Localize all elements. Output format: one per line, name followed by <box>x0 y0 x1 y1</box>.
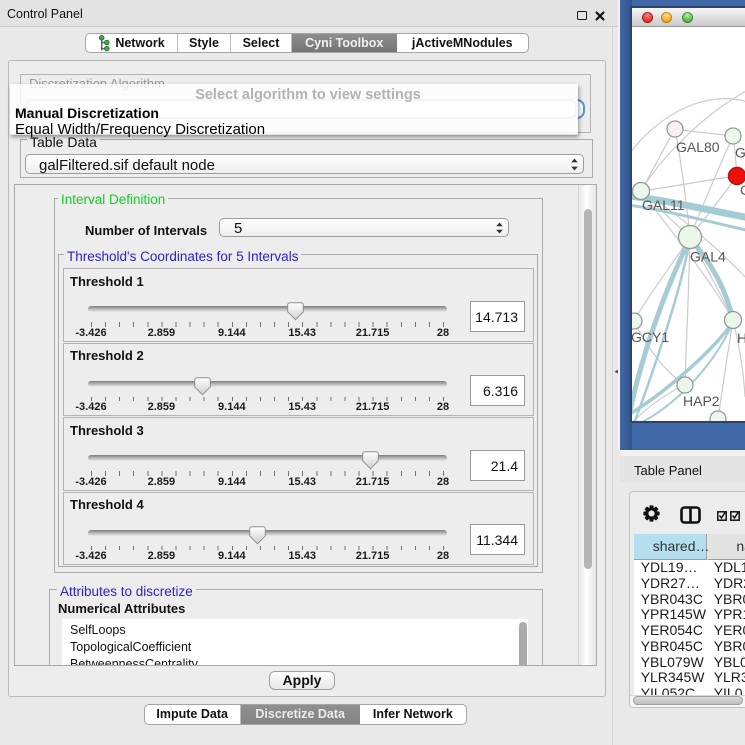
svg-text:G: G <box>735 145 745 161</box>
svg-text:HAP2: HAP2 <box>683 393 720 409</box>
svg-text:GAL80: GAL80 <box>676 139 720 155</box>
svg-text:H: H <box>737 330 745 346</box>
svg-text:GCY1: GCY1 <box>632 329 669 345</box>
svg-text:C: C <box>740 182 745 198</box>
svg-text:GAL11: GAL11 <box>642 197 685 213</box>
svg-text:GAL4: GAL4 <box>690 249 726 265</box>
